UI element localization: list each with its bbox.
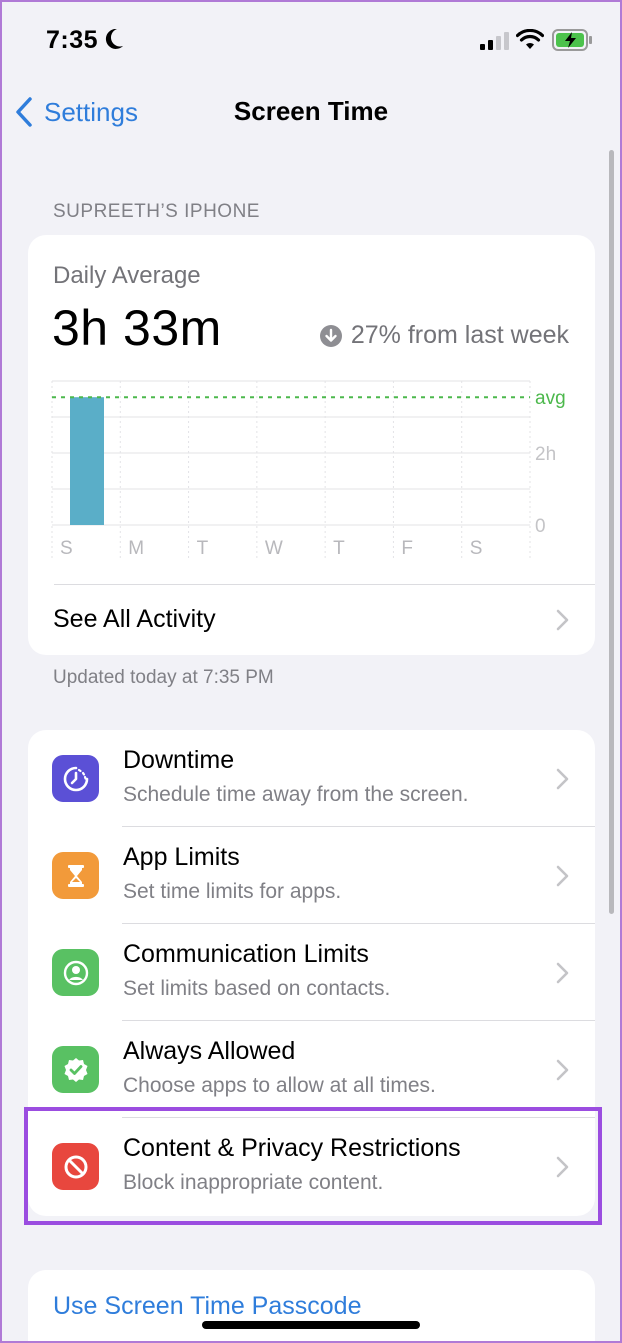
battery-charging-icon — [552, 29, 592, 51]
use-screen-time-passcode-link[interactable]: Use Screen Time Passcode — [53, 1292, 361, 1321]
weekly-trend: 27% from last week — [319, 321, 569, 350]
status-time: 7:35 — [46, 26, 99, 54]
cellular-signal-icon — [480, 32, 509, 50]
app-limits-subtitle: Set time limits for apps. — [123, 880, 342, 903]
moon-icon — [105, 28, 123, 49]
always-allowed-subtitle: Choose apps to allow at all times. — [123, 1074, 436, 1097]
app-limits-title: App Limits — [123, 843, 240, 871]
content-privacy-title: Content & Privacy Restrictions — [123, 1134, 461, 1162]
checkmark-seal-icon — [52, 1046, 99, 1093]
communication-limits-title: Communication Limits — [123, 940, 369, 968]
wifi-icon — [516, 29, 544, 49]
chevron-right-icon — [556, 609, 569, 631]
downtime-subtitle: Schedule time away from the screen. — [123, 783, 469, 806]
chart-x-tick-label: F — [401, 538, 413, 559]
no-entry-icon — [52, 1143, 99, 1190]
downtime-title: Downtime — [123, 746, 235, 774]
app-limits-row[interactable]: App Limits Set time limits for apps. — [28, 827, 595, 924]
chart-x-tick-label: W — [265, 538, 283, 559]
chevron-right-icon — [556, 1156, 569, 1178]
see-all-activity-label: See All Activity — [53, 605, 216, 633]
content-privacy-restrictions-row[interactable]: Content & Privacy Restrictions Block ina… — [28, 1118, 595, 1215]
scrollbar[interactable] — [609, 150, 614, 914]
chevron-right-icon — [556, 1059, 569, 1081]
chart-x-tick-label: M — [128, 538, 144, 559]
trend-text: 27% from last week — [350, 321, 569, 349]
daily-average-label: Daily Average — [53, 262, 201, 289]
chart-y-tick-label: 2h — [535, 444, 556, 465]
home-indicator[interactable] — [202, 1321, 420, 1329]
always-allowed-title: Always Allowed — [123, 1037, 296, 1065]
chart-average-label: avg — [535, 388, 566, 409]
arrow-down-circle-icon — [319, 324, 342, 347]
passcode-card: Use Screen Time Passcode — [28, 1270, 595, 1343]
usage-card: Daily Average 3h 33m 27% from last week … — [28, 235, 595, 655]
chart-x-tick-label: T — [197, 538, 209, 559]
status-bar: 7:35 — [0, 0, 622, 84]
chart-y-tick-label: 0 — [535, 516, 546, 537]
chart-x-tick-label: S — [470, 538, 483, 559]
page-title: Screen Time — [233, 96, 389, 126]
chevron-right-icon — [556, 962, 569, 984]
downtime-icon — [52, 755, 99, 802]
usage-bar-chart: avg 0 2h S M T W T F S — [51, 380, 566, 561]
chart-x-tick-label: S — [60, 538, 73, 559]
hourglass-icon — [52, 852, 99, 899]
chevron-right-icon — [556, 865, 569, 887]
chart-x-tick-label: T — [333, 538, 345, 559]
always-allowed-row[interactable]: Always Allowed Choose apps to allow at a… — [28, 1021, 595, 1118]
screen-time-settings-card: Downtime Schedule time away from the scr… — [28, 730, 595, 1216]
downtime-row[interactable]: Downtime Schedule time away from the scr… — [28, 730, 595, 827]
chevron-right-icon — [556, 768, 569, 790]
person-circle-icon — [52, 949, 99, 996]
communication-limits-subtitle: Set limits based on contacts. — [123, 977, 391, 1000]
communication-limits-row[interactable]: Communication Limits Set limits based on… — [28, 924, 595, 1021]
updated-timestamp: Updated today at 7:35 PM — [53, 667, 274, 688]
chart-bar — [70, 397, 104, 525]
daily-average-value: 3h 33m — [52, 300, 222, 356]
content-privacy-subtitle: Block inappropriate content. — [123, 1171, 384, 1194]
see-all-activity-row[interactable]: See All Activity — [28, 585, 595, 655]
device-section-header: SUPREETH’S IPHONE — [53, 201, 260, 222]
